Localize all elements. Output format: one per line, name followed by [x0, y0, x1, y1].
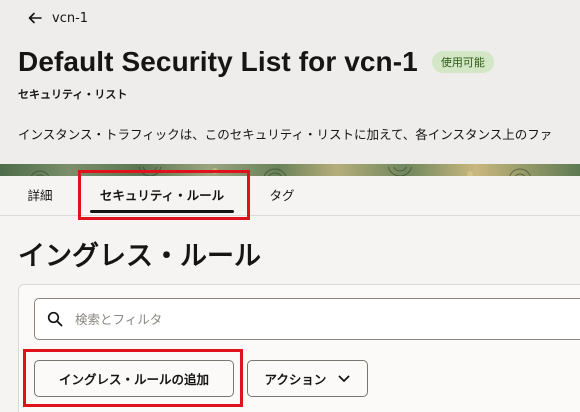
tab-tags[interactable]: タグ: [254, 176, 310, 212]
actions-menu-label: アクション: [264, 372, 327, 387]
tab-details[interactable]: 詳細: [14, 176, 66, 212]
back-link-label: vcn-1: [52, 10, 89, 26]
arrow-left-icon: [28, 12, 42, 24]
status-badge: 使用可能: [431, 51, 494, 73]
page-header: vcn-1 Default Security List for vcn-1 使用…: [0, 0, 580, 165]
title-row: Default Security List for vcn-1 使用可能: [18, 46, 494, 78]
resource-type-label: セキュリティ・リスト: [18, 88, 128, 101]
chevron-down-icon: [338, 375, 350, 383]
section-title: イングレス・ルール: [18, 241, 261, 272]
page-title: Default Security List for vcn-1: [18, 46, 418, 77]
back-link[interactable]: vcn-1: [28, 8, 88, 28]
actions-menu-button[interactable]: アクション: [247, 360, 368, 397]
add-ingress-rule-highlight: [23, 349, 243, 407]
search-icon: [47, 311, 63, 327]
search-input[interactable]: [75, 311, 555, 327]
search-filter-box[interactable]: [34, 298, 580, 340]
page-description: インスタンス・トラフィックは、このセキュリティ・リストに加えて、各インスタンス上…: [18, 127, 553, 142]
security-rules-tab-highlight: [78, 170, 250, 220]
